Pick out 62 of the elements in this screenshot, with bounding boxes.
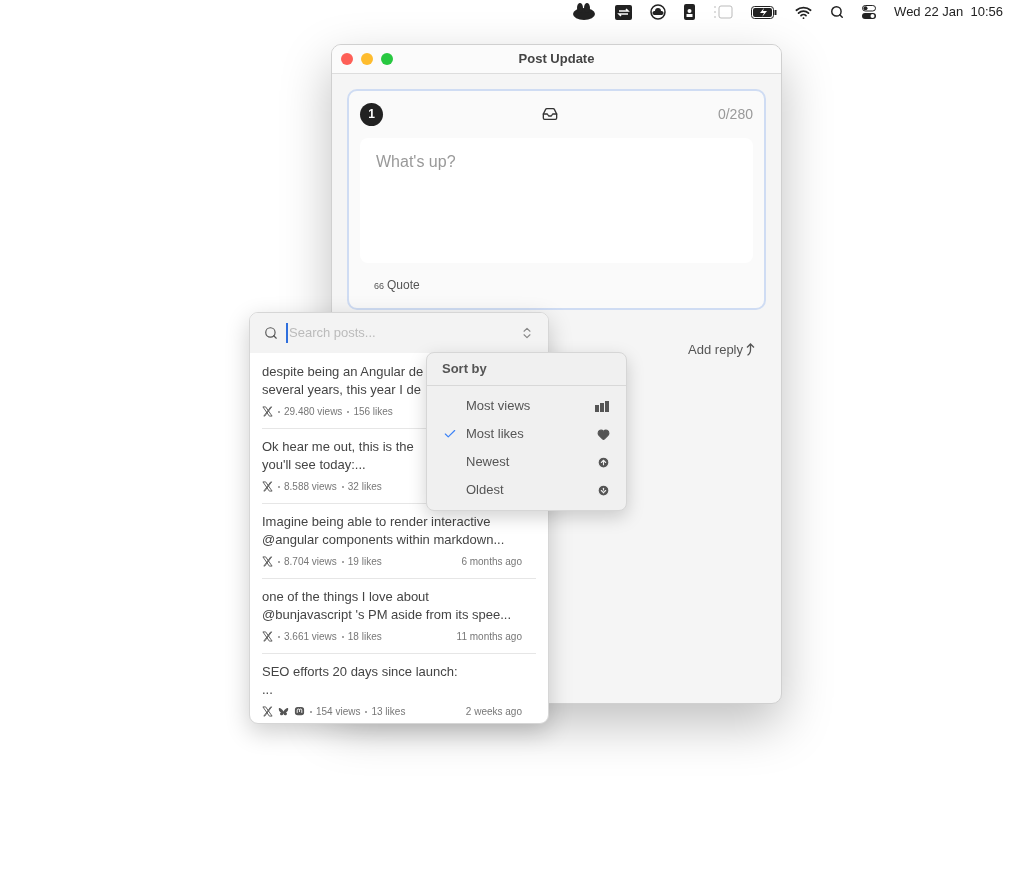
search-icon	[264, 326, 278, 340]
bar-chart-icon	[595, 400, 610, 412]
post-text-line: Ok hear me out, this is the	[262, 438, 414, 456]
post-text-line: @angular components within markdown...	[262, 531, 505, 549]
view-count: 3.661 views	[284, 630, 337, 644]
search-input[interactable]: Search posts...	[286, 323, 512, 343]
like-count: 13 likes	[371, 705, 406, 719]
post-text-line: you'll see today:...	[262, 456, 366, 474]
control-center-icon[interactable]	[862, 5, 877, 19]
menu-bar-clock[interactable]: Wed 22 Jan 10:56	[894, 2, 1003, 22]
post-age: 2 weeks ago	[465, 705, 522, 719]
sort-option[interactable]: Most views	[427, 392, 626, 420]
sort-option-label: Most views	[466, 397, 532, 416]
transfer-icon[interactable]	[615, 4, 633, 20]
search-icon[interactable]	[830, 5, 845, 19]
like-count: 32 likes	[347, 480, 382, 494]
rabbit-icon[interactable]	[571, 3, 598, 21]
up-arrow-icon	[746, 343, 755, 357]
like-count: 19 likes	[347, 555, 382, 569]
post-text-line: Imagine being able to render interactive	[262, 513, 491, 531]
post-row[interactable]: one of the things I love about @bunjavascript 's PM aside from its spee... 3.661 views 18 likes 11 months ago	[262, 578, 536, 653]
view-count: 8.588 views	[284, 480, 337, 494]
post-text-line: SEO efforts 20 days since launch:	[262, 663, 458, 681]
post-text-line: one of the things I love about	[262, 588, 429, 606]
quote-button[interactable]: 66 Quote	[374, 276, 420, 294]
post-age: 11 months ago	[456, 630, 522, 644]
view-count: 29.480 views	[284, 405, 343, 419]
x-logo-icon	[262, 481, 273, 492]
view-count: 8.704 views	[284, 555, 337, 569]
close-button[interactable]	[341, 53, 353, 65]
post-text-line: several years, this year I de	[262, 381, 421, 399]
inbox-download-icon[interactable]	[542, 106, 559, 122]
post-input-field[interactable]: What's up?	[360, 138, 753, 263]
x-logo-icon	[262, 706, 273, 717]
mastodon-icon	[294, 706, 305, 717]
x-logo-icon	[262, 406, 273, 417]
window-title: Post Update	[518, 50, 595, 69]
like-count: 156 likes	[353, 405, 393, 419]
contact-card-icon[interactable]	[684, 4, 696, 20]
post-text-line: ...	[262, 681, 273, 699]
post-age: 6 months ago	[461, 555, 522, 569]
view-count: 154 views	[316, 705, 361, 719]
search-field[interactable]: Search posts...	[250, 313, 548, 353]
add-reply-button[interactable]: Add reply	[688, 340, 755, 360]
like-count: 18 likes	[347, 630, 382, 644]
thread-index-badge: 1	[360, 102, 383, 126]
sort-option-label: Most likes	[466, 425, 525, 444]
sort-menu-title: Sort by	[442, 360, 487, 379]
character-counter: 0/280	[717, 104, 753, 124]
x-logo-icon	[262, 556, 273, 567]
heart-icon	[597, 427, 610, 441]
battery-icon[interactable]	[751, 5, 778, 19]
sort-option-label: Newest	[466, 453, 511, 472]
x-logo-icon	[262, 631, 273, 642]
post-text-line: @bunjavascript 's PM aside from its spee...	[262, 606, 512, 624]
up-arrow-circle-icon	[597, 455, 610, 469]
post-row[interactable]: SEO efforts 20 days since launch: ... 154 views 13 likes 2 weeks ago	[262, 653, 536, 723]
down-arrow-circle-icon	[597, 483, 610, 497]
butterfly-icon	[278, 706, 289, 717]
post-text-line: despite being an Angular de	[262, 363, 424, 381]
cloud-icon[interactable]	[650, 4, 667, 20]
sort-option-label: Oldest	[466, 481, 505, 500]
